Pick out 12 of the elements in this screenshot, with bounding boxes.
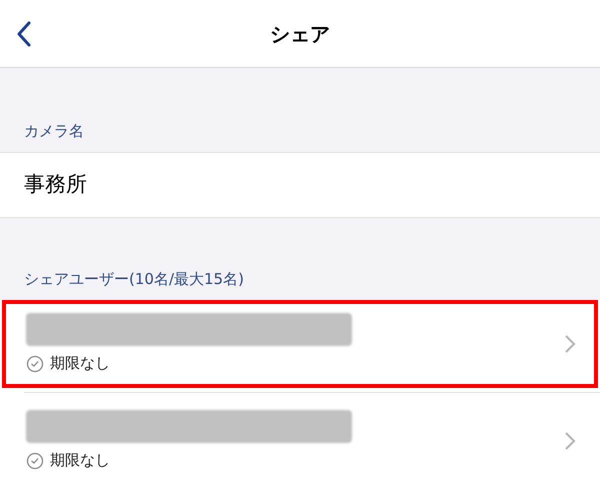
chevron-icon [564,431,576,451]
back-icon [16,20,32,48]
section-label: シェアユーザー(10名/最大15名) [24,268,244,290]
expiry-text: 期限なし [50,450,110,472]
clock-icon [26,354,44,372]
chevron-icon [564,334,576,354]
page-title: シェア [270,20,330,48]
clock-icon [26,452,44,470]
section-label: カメラ名 [24,120,84,142]
user-row[interactable]: 期限なし [2,300,598,388]
expiry-text: 期限なし [50,353,110,374]
camera-name: 事務所 [24,171,87,198]
